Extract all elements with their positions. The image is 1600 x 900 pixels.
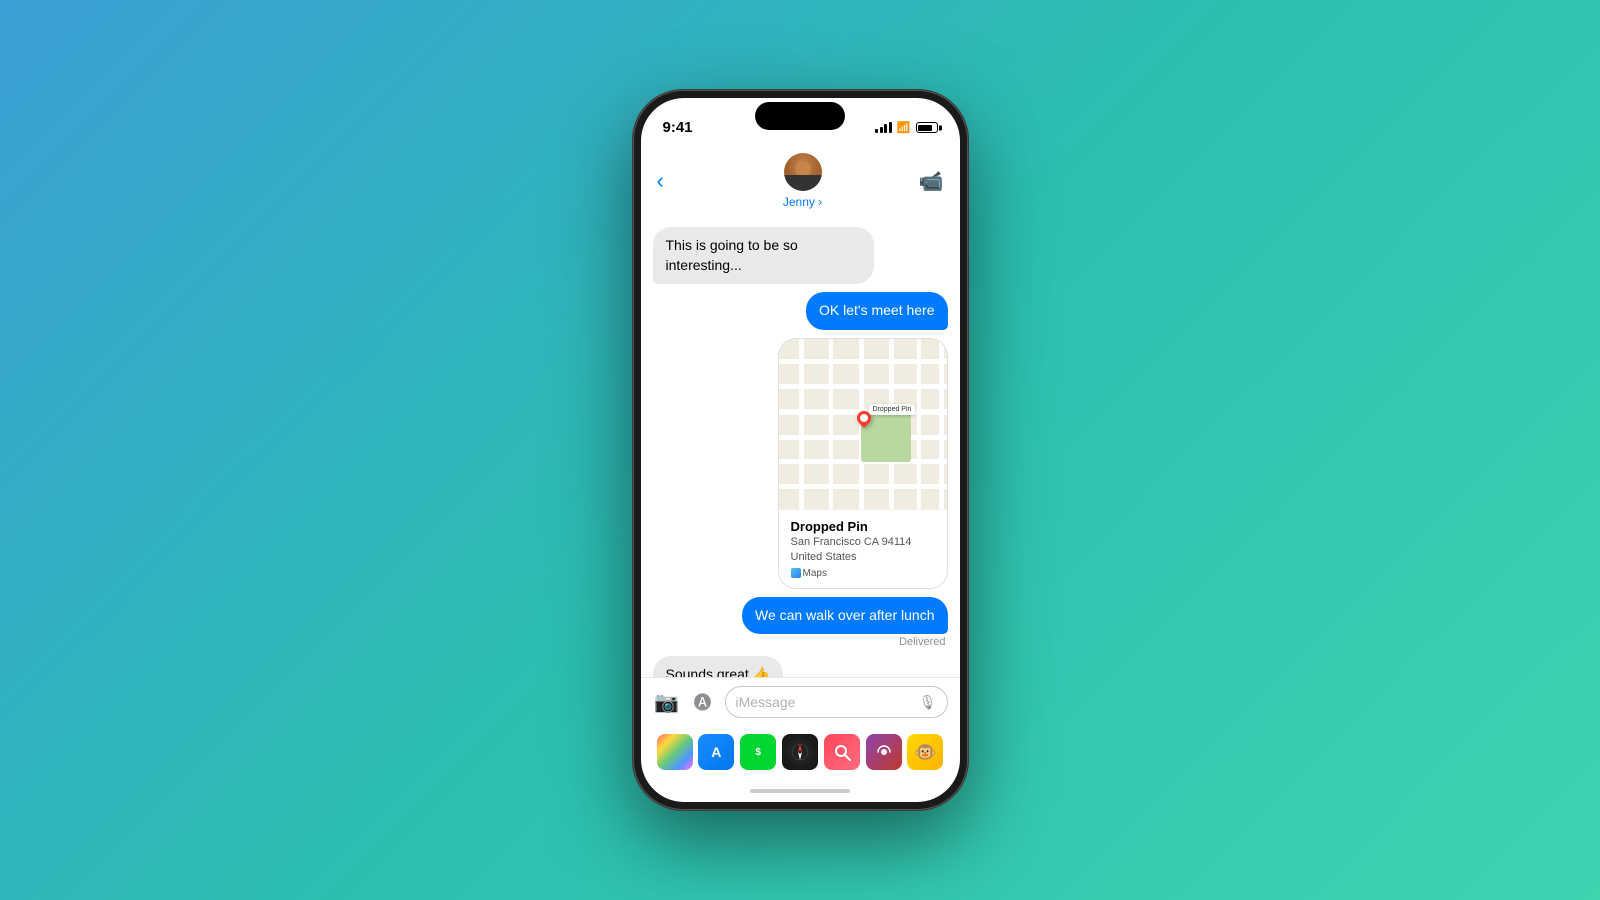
battery-icon: [916, 122, 938, 133]
wifi-icon: 📶: [897, 121, 911, 134]
tray-app-podcasts[interactable]: [866, 734, 902, 770]
message-row-5: Sounds great 👍: [653, 656, 948, 677]
message-row-1: This is going to be so interesting...: [653, 227, 948, 284]
home-indicator: [641, 780, 960, 802]
signal-icon: [875, 122, 892, 133]
delivered-status: Delivered: [899, 636, 947, 648]
imessage-input[interactable]: iMessage 🎙: [725, 686, 948, 718]
back-button[interactable]: ‹: [657, 168, 687, 194]
tray-app-search[interactable]: [824, 734, 860, 770]
map-bubble[interactable]: Dropped Pin Dropped Pin San Francisco CA…: [778, 338, 948, 589]
phone-wrapper: 9:41 📶 ‹: [633, 90, 968, 810]
bubble-incoming-5: Sounds great 👍: [653, 656, 784, 677]
status-icons: 📶: [875, 121, 937, 134]
message-row-2: OK let's meet here: [653, 292, 948, 330]
map-visual: Dropped Pin: [779, 339, 947, 509]
camera-button[interactable]: 📷: [653, 688, 681, 716]
bubble-incoming-1: This is going to be so interesting...: [653, 227, 874, 284]
apple-maps-icon: [791, 568, 801, 578]
tray-app-memoji[interactable]: 🐵: [907, 734, 943, 770]
phone-body: 9:41 📶 ‹: [633, 90, 968, 810]
contact-info[interactable]: Jenny ›: [783, 153, 822, 209]
input-placeholder: iMessage: [736, 694, 796, 710]
bubble-outgoing-4: We can walk over after lunch: [742, 597, 948, 635]
mic-icon[interactable]: 🎙: [919, 694, 937, 711]
bubble-outgoing-2: OK let's meet here: [806, 292, 948, 330]
map-info: Dropped Pin San Francisco CA 94114 Unite…: [779, 509, 947, 588]
tray-app-appstore[interactable]: A: [698, 734, 734, 770]
home-bar: [750, 789, 850, 793]
dynamic-island: [755, 102, 845, 130]
nav-header: ‹ Jenny › 📹: [641, 148, 960, 219]
map-pin-label: Dropped Pin: [869, 404, 916, 415]
screen: 9:41 📶 ‹: [641, 98, 960, 802]
messages-area[interactable]: This is going to be so interesting... OK…: [641, 219, 960, 677]
tray-app-compass[interactable]: [782, 734, 818, 770]
video-call-button[interactable]: 📹: [919, 169, 944, 194]
appstore-button[interactable]: 🅐: [689, 688, 717, 716]
input-bar: 📷 🅐 iMessage 🎙: [641, 677, 960, 726]
tray-app-cash[interactable]: $: [740, 734, 776, 770]
map-location-city: San Francisco CA 94114 United States: [791, 535, 935, 566]
message-row-4: We can walk over after lunch Delivered: [653, 597, 948, 649]
map-location-name: Dropped Pin: [791, 519, 935, 534]
map-source: Maps: [791, 568, 935, 579]
avatar: [784, 153, 822, 191]
message-row-map: Dropped Pin Dropped Pin San Francisco CA…: [653, 338, 948, 589]
contact-name: Jenny ›: [783, 195, 822, 209]
status-time: 9:41: [663, 119, 693, 136]
app-tray: A $: [641, 726, 960, 780]
tray-app-photos[interactable]: [657, 734, 693, 770]
